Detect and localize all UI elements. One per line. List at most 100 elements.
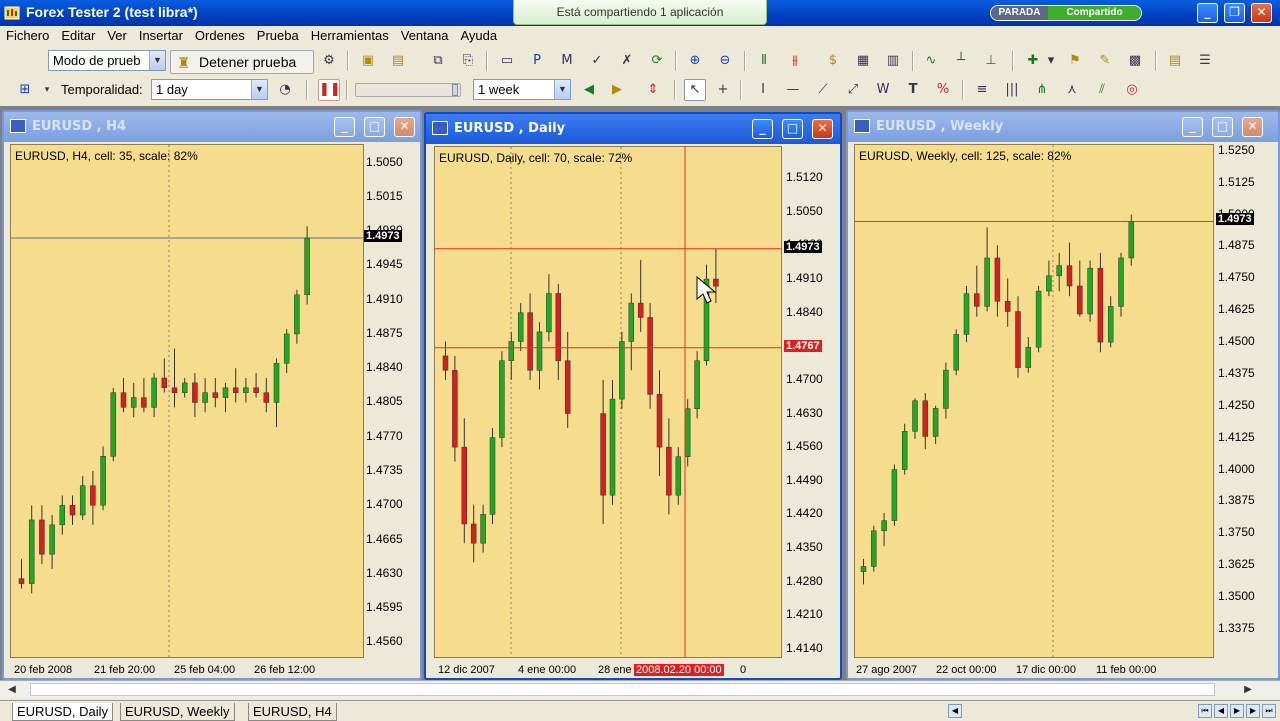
timeframe-select[interactable]: 1 day ▼ — [151, 79, 268, 100]
line-chart-icon[interactable]: ∿ — [920, 50, 942, 72]
menu-ordenes[interactable]: Ordenes — [189, 26, 251, 46]
fibo-fan-icon[interactable]: ⋔ — [1031, 79, 1053, 101]
test-mode-select[interactable]: Modo de prueb ▼ — [48, 50, 166, 71]
speed-gauge-icon[interactable]: ◔ — [274, 79, 296, 101]
close-app-button[interactable]: ✕ — [1251, 3, 1272, 23]
last-tab-icon[interactable]: ⏭ — [1262, 704, 1276, 718]
fibo-levels-icon[interactable]: ≡ — [971, 79, 993, 101]
maximize-app-button[interactable]: ❐ — [1224, 3, 1245, 23]
open-folder-icon[interactable]: ▣ — [357, 50, 379, 72]
copy-icon[interactable]: ⧉ — [427, 50, 449, 72]
settings-icon[interactable]: ⚙ — [318, 50, 340, 72]
strategy-icon[interactable]: ⚑ — [1064, 50, 1086, 72]
close-window-button[interactable]: ✕ — [812, 119, 833, 139]
candlestick-chart[interactable] — [435, 147, 781, 657]
chart-window-h4[interactable]: EURUSD , H4 _ □ ✕ EURUSD, H4, cell: 35, … — [2, 110, 422, 680]
add-indicator-icon[interactable]: ✚ — [1022, 50, 1044, 72]
maximize-window-button[interactable]: □ — [1212, 117, 1233, 137]
news-icon[interactable]: ▤ — [1164, 50, 1186, 72]
step-back-icon[interactable]: ◀ — [578, 79, 600, 101]
percent-tool-icon[interactable]: % — [932, 79, 954, 101]
save-icon[interactable]: ▤ — [387, 50, 409, 72]
jump-icon[interactable]: ⇕ — [642, 79, 664, 101]
fibo-timezones-icon[interactable]: ||| — [1001, 79, 1023, 101]
scroll-left-icon[interactable]: ◀ — [4, 682, 20, 698]
vertical-line-icon[interactable]: I — [752, 79, 774, 101]
ray-icon[interactable]: ⤢ — [842, 79, 864, 101]
history-icon[interactable]: ▥ — [882, 50, 904, 72]
candle-chart-icon[interactable]: ⫵ — [784, 50, 806, 72]
shapes-icon[interactable]: ◎ — [1121, 79, 1143, 101]
menu-herramientas[interactable]: Herramientas — [305, 26, 395, 46]
paste-icon[interactable]: ⎘ — [457, 50, 479, 72]
chart-window-titlebar[interactable]: EURUSD , Daily _ □ ✕ — [426, 114, 840, 144]
scrollbar-thumb[interactable] — [30, 683, 1215, 696]
screen-share-banner[interactable]: Está compartiendo 1 aplicación — [513, 0, 767, 25]
step-forward-icon[interactable]: ▶ — [606, 79, 628, 101]
menu-insertar[interactable]: Insertar — [133, 26, 189, 46]
prev-tab-icon[interactable]: ◀ — [1214, 704, 1228, 718]
list-icon[interactable]: ☰ — [1194, 50, 1216, 72]
template-icon[interactable]: M — [556, 50, 578, 72]
horizontal-scrollbar[interactable]: ◀ ▶ — [0, 680, 1280, 698]
wave-icon[interactable]: W — [872, 79, 894, 101]
minimize-window-button[interactable]: _ — [752, 119, 773, 139]
bars-icon[interactable]: ┴ — [950, 50, 972, 72]
andrews-pitchfork-icon[interactable]: ⋏ — [1061, 79, 1083, 101]
step-select[interactable]: 1 week ▼ — [473, 79, 571, 100]
scroll-right-icon[interactable]: ▶ — [1240, 682, 1256, 698]
trendline-icon[interactable]: ⟋ — [812, 79, 834, 101]
zoom-in-icon[interactable]: ⊕ — [684, 50, 706, 72]
close-window-button[interactable]: ✕ — [394, 117, 415, 137]
crosshair-tool-icon[interactable]: + — [712, 79, 734, 101]
horizontal-line-icon[interactable]: — — [782, 79, 804, 101]
chart-window-titlebar[interactable]: EURUSD , H4 _ □ ✕ — [4, 112, 420, 142]
chart-window-weekly[interactable]: EURUSD , Weekly _ □ ✕ EURUSD, Weekly, ce… — [846, 110, 1280, 680]
add-chart-icon[interactable]: ⊞ — [14, 79, 36, 101]
chevron-down-icon[interactable]: ▾ — [40, 79, 54, 101]
pause-button[interactable]: ❚❚ — [318, 79, 341, 101]
minimize-window-button[interactable]: _ — [334, 117, 355, 137]
account-icon[interactable]: ▦ — [852, 50, 874, 72]
menu-fichero[interactable]: Fichero — [0, 26, 55, 46]
chart-plot-area[interactable]: EURUSD, Weekly, cell: 125, scale: 82% — [854, 144, 1214, 658]
scroll-right-icon[interactable]: ▶ — [1246, 704, 1260, 718]
speed-slider-thumb[interactable] — [452, 84, 458, 96]
speed-slider[interactable] — [355, 83, 461, 97]
check-icon[interactable]: ✓ — [586, 50, 608, 72]
tab-eurusd-daily[interactable]: EURUSD, Daily — [12, 703, 114, 721]
menu-ventana[interactable]: Ventana — [395, 26, 455, 46]
menu-ver[interactable]: Ver — [101, 26, 133, 46]
text-tool-icon[interactable]: T — [902, 79, 924, 101]
candlestick-chart[interactable] — [11, 145, 363, 657]
menu-prueba[interactable]: Prueba — [251, 26, 305, 46]
properties-icon[interactable]: P — [526, 50, 548, 72]
chart-window-daily[interactable]: EURUSD , Daily _ □ ✕ EURUSD, Daily, cell… — [424, 112, 842, 680]
scroll-left-icon[interactable]: ◀ — [948, 704, 962, 718]
money-icon[interactable]: $ — [822, 50, 844, 72]
candles-icon[interactable]: ⊥ — [980, 50, 1002, 72]
stop-test-button[interactable]: ♜ Detener prueba — [170, 50, 314, 74]
zoom-out-icon[interactable]: ⊖ — [714, 50, 736, 72]
bar-chart-icon[interactable]: ⫴ — [753, 50, 775, 72]
candlestick-chart[interactable] — [855, 145, 1213, 657]
refresh-icon[interactable]: ⟳ — [646, 50, 668, 72]
chart-plot-area[interactable]: EURUSD, H4, cell: 35, scale: 82% — [10, 144, 364, 658]
maximize-window-button[interactable]: □ — [364, 117, 385, 137]
chart-plot-area[interactable]: EURUSD, Daily, cell: 70, scale: 72% — [434, 146, 782, 658]
delete-icon[interactable]: ✗ — [616, 50, 638, 72]
first-tab-icon[interactable]: ⏮ — [1198, 704, 1212, 718]
brush-icon[interactable]: ✎ — [1094, 50, 1116, 72]
cursor-tool-icon[interactable]: ↖ — [684, 79, 706, 101]
maximize-window-button[interactable]: □ — [782, 119, 803, 139]
next-tab-icon[interactable]: ▶ — [1230, 704, 1244, 718]
menu-editar[interactable]: Editar — [55, 26, 101, 46]
menu-ayuda[interactable]: Ayuda — [454, 26, 503, 46]
chevron-down-icon[interactable]: ▾ — [1044, 50, 1058, 72]
chart-window-titlebar[interactable]: EURUSD , Weekly _ □ ✕ — [848, 112, 1278, 142]
camera-icon[interactable]: ▩ — [1124, 50, 1146, 72]
tab-eurusd-h4[interactable]: EURUSD, H4 — [248, 703, 337, 721]
tab-eurusd-weekly[interactable]: EURUSD, Weekly — [120, 703, 235, 721]
channel-icon[interactable]: ⫽ — [1091, 79, 1113, 101]
new-chart-icon[interactable]: ▭ — [496, 50, 518, 72]
